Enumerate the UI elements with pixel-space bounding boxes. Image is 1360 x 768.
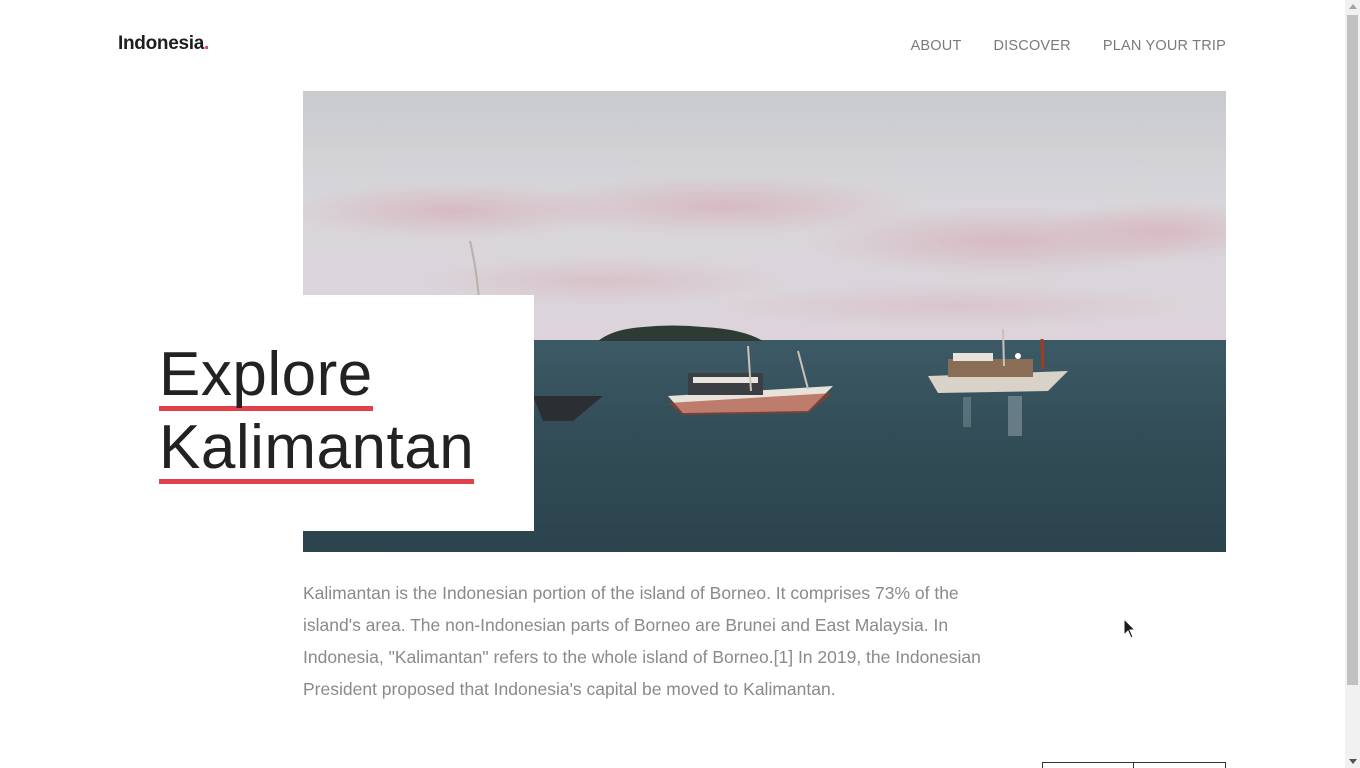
page: Indonesia. ABOUT DISCOVER PLAN YOUR TRIP xyxy=(0,0,1345,768)
logo-text: Indonesia xyxy=(118,33,204,54)
nav-link-about[interactable]: ABOUT xyxy=(911,38,962,54)
vertical-scrollbar[interactable] xyxy=(1345,0,1360,768)
scroll-down-icon[interactable] xyxy=(1349,759,1357,764)
logo[interactable]: Indonesia. xyxy=(118,33,209,55)
nav-link-plan-your-trip[interactable]: PLAN YOUR TRIP xyxy=(1103,38,1226,54)
title-line-explore: Explore xyxy=(159,340,373,411)
title-line-kalimantan: Kalimantan xyxy=(159,413,475,484)
page-title: Explore Kalimantan xyxy=(159,338,475,484)
main-nav: ABOUT DISCOVER PLAN YOUR TRIP xyxy=(911,38,1226,54)
bottom-button-right[interactable] xyxy=(1133,762,1226,768)
description-text: Kalimantan is the Indonesian portion of … xyxy=(303,583,981,699)
scrollbar-thumb[interactable] xyxy=(1347,15,1358,685)
nav-link-discover[interactable]: DISCOVER xyxy=(994,38,1071,54)
scroll-up-icon[interactable] xyxy=(1349,4,1357,9)
logo-dot: . xyxy=(203,33,209,54)
bottom-button-left[interactable] xyxy=(1042,762,1134,768)
mouse-cursor-icon xyxy=(1123,618,1137,639)
